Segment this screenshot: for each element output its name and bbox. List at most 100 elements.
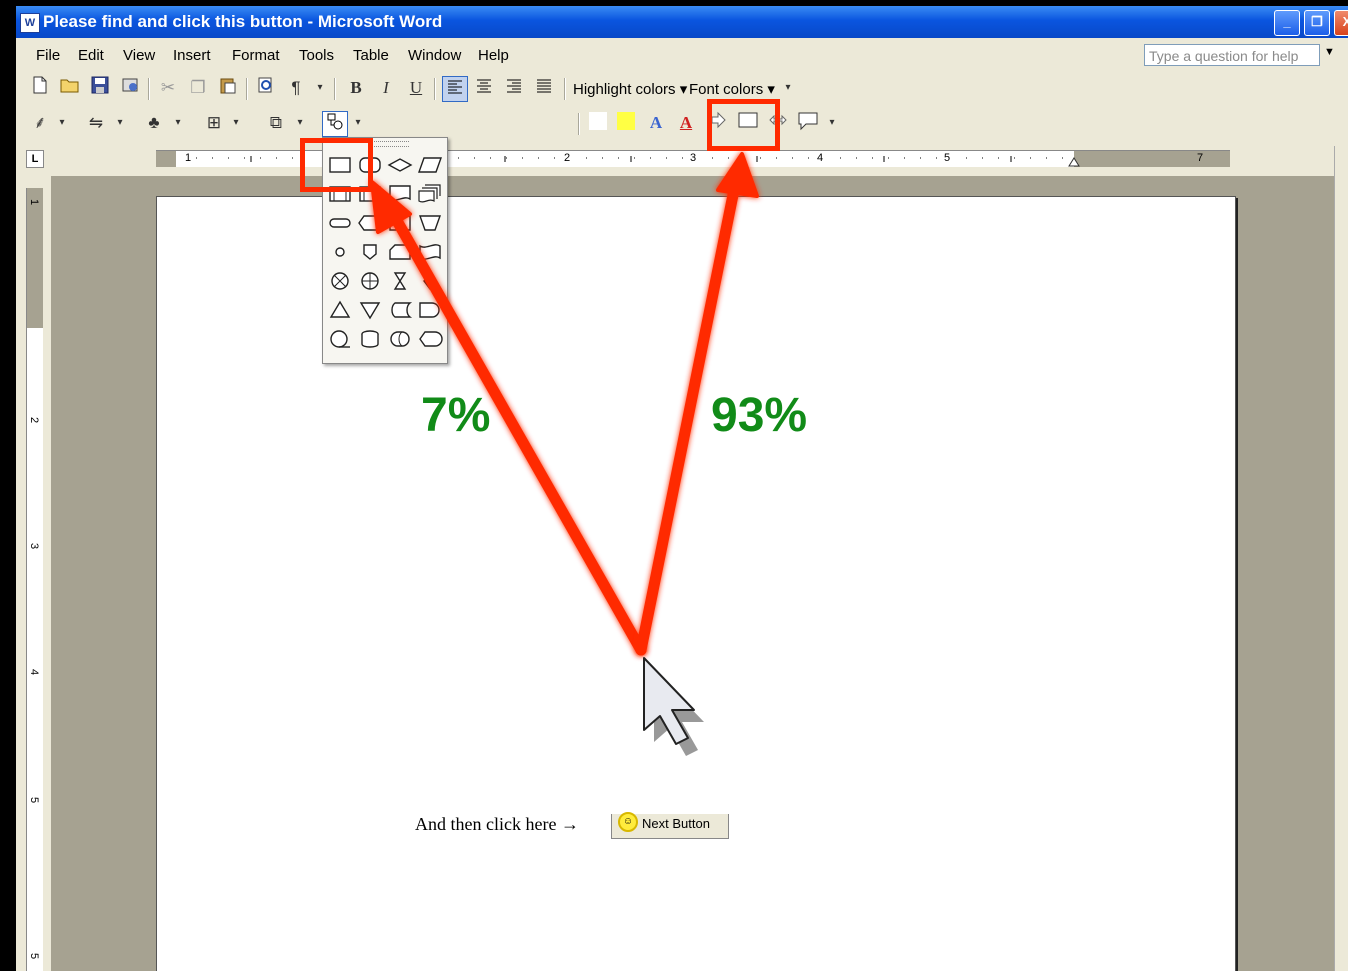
- italic-icon[interactable]: I: [374, 76, 398, 100]
- extract-shape-icon[interactable]: [327, 298, 353, 322]
- help-dropdown-icon[interactable]: ▼: [1324, 46, 1335, 58]
- tab-selector[interactable]: L: [26, 150, 44, 168]
- close-button[interactable]: X: [1334, 10, 1348, 36]
- white-fill-icon[interactable]: [586, 111, 610, 135]
- permission-icon[interactable]: [118, 76, 142, 100]
- menu-table[interactable]: Table: [353, 47, 389, 64]
- delay-shape-icon[interactable]: [417, 298, 443, 322]
- data-shape-icon[interactable]: [417, 153, 443, 177]
- toolbar-options-icon[interactable]: ▾: [308, 76, 332, 100]
- menu-view[interactable]: View: [123, 47, 155, 64]
- dropdown-arrow-icon[interactable]: ▾: [166, 111, 190, 135]
- title-bar: W Please find and click this button - Mi…: [16, 6, 1348, 38]
- menu-tools[interactable]: Tools: [299, 47, 334, 64]
- dropdown-arrow-icon[interactable]: ▾: [288, 111, 312, 135]
- bold-icon[interactable]: B: [344, 76, 368, 100]
- window-title: Please find and click this button - Micr…: [43, 12, 443, 31]
- flowchart-shapes-icon[interactable]: [322, 111, 348, 137]
- right-highlight-box: [707, 99, 780, 151]
- document-shape-icon[interactable]: [387, 182, 413, 206]
- next-button[interactable]: ☺ Next Button: [611, 812, 729, 839]
- instruction-text: And then click here →: [415, 814, 579, 834]
- connector-shape-icon[interactable]: [327, 240, 353, 264]
- or-shape-icon[interactable]: [357, 269, 383, 293]
- summing-junction-shape-icon[interactable]: [327, 269, 353, 293]
- dropdown-arrow-icon[interactable]: ▾: [820, 111, 844, 135]
- vertical-ruler[interactable]: 1 2 3 4 5 5: [26, 188, 43, 971]
- preparation-shape-icon[interactable]: [357, 211, 383, 235]
- dropdown-arrow-icon[interactable]: ▾: [50, 111, 74, 135]
- align-right-icon[interactable]: [502, 76, 526, 100]
- merge-shape-icon[interactable]: [357, 298, 383, 322]
- smiley-icon: ☺: [618, 812, 638, 832]
- manual-input-shape-icon[interactable]: [387, 211, 413, 235]
- align-center-icon[interactable]: [472, 76, 496, 100]
- multidocument-shape-icon[interactable]: [417, 182, 443, 206]
- font-colors-menu[interactable]: Font colors ▾: [689, 80, 775, 98]
- ruler-number: 5: [28, 796, 41, 804]
- left-highlight-box: [300, 138, 373, 192]
- justify-icon[interactable]: [532, 76, 556, 100]
- underline-icon[interactable]: U: [404, 76, 428, 100]
- manual-operation-shape-icon[interactable]: [417, 211, 443, 235]
- paste-icon[interactable]: [216, 76, 240, 100]
- ruler-number: 3: [28, 542, 41, 550]
- ruler-number: 1: [28, 198, 41, 206]
- minimize-button[interactable]: _: [1274, 10, 1300, 36]
- terminator-shape-icon[interactable]: [327, 211, 353, 235]
- select-objects-icon[interactable]: ⸙: [28, 111, 52, 135]
- menu-window[interactable]: Window: [408, 47, 461, 64]
- org-chart-icon[interactable]: ♣: [142, 111, 166, 135]
- help-search-input[interactable]: Type a question for help: [1144, 44, 1320, 66]
- direct-access-storage-shape-icon[interactable]: [387, 327, 413, 351]
- show-formatting-icon[interactable]: ¶: [284, 76, 308, 100]
- highlight-colors-menu[interactable]: Highlight colors ▾: [573, 80, 687, 98]
- align-left-icon[interactable]: [442, 76, 468, 102]
- decision-shape-icon[interactable]: [387, 153, 413, 177]
- menu-insert[interactable]: Insert: [173, 47, 211, 64]
- card-shape-icon[interactable]: [387, 240, 413, 264]
- display-shape-icon[interactable]: [417, 327, 443, 351]
- copy-icon[interactable]: ❐: [186, 76, 210, 100]
- standard-toolbar: ✂ ❐ ¶ ▾ B I U Highlight colors ▾ Font co…: [16, 72, 1348, 106]
- menu-file[interactable]: File: [36, 47, 60, 64]
- sequential-access-storage-shape-icon[interactable]: [327, 327, 353, 351]
- open-folder-icon[interactable]: [58, 76, 82, 100]
- menu-format[interactable]: Format: [232, 47, 280, 64]
- menu-edit[interactable]: Edit: [78, 47, 104, 64]
- new-document-icon[interactable]: [28, 76, 52, 100]
- diagram-icon[interactable]: ⊞: [202, 111, 226, 135]
- sort-shape-icon[interactable]: [417, 269, 443, 293]
- dropdown-arrow-icon[interactable]: ▾: [224, 111, 248, 135]
- vertical-scrollbar[interactable]: [1334, 146, 1348, 971]
- save-icon[interactable]: [88, 76, 112, 100]
- ruler-number: 2: [28, 416, 41, 424]
- font-color-blue-icon[interactable]: A: [644, 111, 668, 135]
- font-color-red-icon[interactable]: A: [674, 111, 698, 135]
- punched-tape-shape-icon[interactable]: [417, 240, 443, 264]
- callout-icon[interactable]: [796, 111, 820, 135]
- yellow-highlight-icon[interactable]: [614, 111, 638, 135]
- word-window: W Please find and click this button - Mi…: [16, 6, 1348, 971]
- ruler-number: 5: [28, 952, 41, 960]
- right-indent-marker[interactable]: [1068, 155, 1080, 167]
- stored-data-shape-icon[interactable]: [387, 298, 413, 322]
- offpage-connector-shape-icon[interactable]: [357, 240, 383, 264]
- dropdown-arrow-icon[interactable]: ▾: [108, 111, 132, 135]
- collate-shape-icon[interactable]: [387, 269, 413, 293]
- menu-help[interactable]: Help: [478, 47, 509, 64]
- restore-button[interactable]: ❐: [1304, 10, 1330, 36]
- menu-drag-grip[interactable]: [369, 141, 409, 147]
- toolbar-options-icon-2[interactable]: ▾: [776, 76, 800, 100]
- cut-icon[interactable]: ✂: [156, 76, 180, 100]
- word-app-icon: W: [20, 13, 40, 33]
- document-page[interactable]: [156, 196, 1236, 971]
- ruler-number: 4: [28, 668, 41, 676]
- connector-icon[interactable]: ⇋: [84, 111, 108, 135]
- print-preview-icon[interactable]: [254, 76, 278, 100]
- right-percent-label: 93%: [711, 389, 808, 442]
- magnetic-disk-shape-icon[interactable]: [357, 327, 383, 351]
- dropdown-arrow-icon[interactable]: ▾: [346, 111, 370, 135]
- drawing-toolbar: ⸙ ▾ ⇋ ▾ ♣ ▾ ⊞ ▾ ⧉ ▾ ▾ A A ▾: [16, 107, 1348, 141]
- shapes-icon[interactable]: ⧉: [264, 111, 288, 135]
